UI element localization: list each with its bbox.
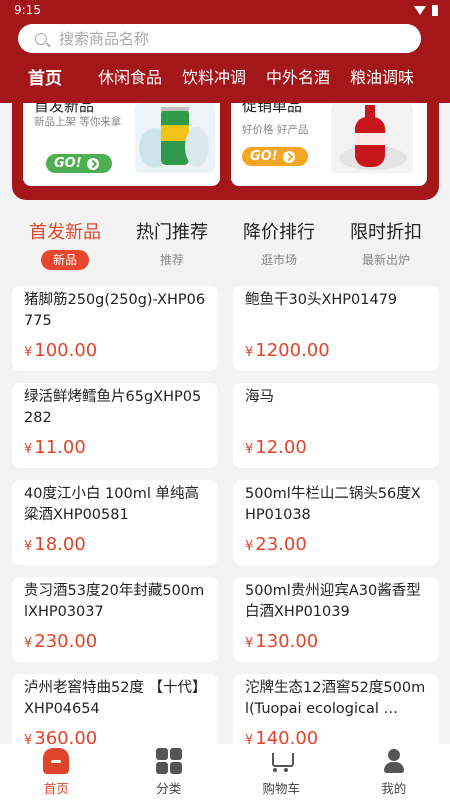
product-price: ¥130.00 xyxy=(245,631,428,652)
bottom-tab-bar: 首页 分类 购物车 我的 xyxy=(0,744,450,800)
tabbar-item-profile[interactable]: 我的 xyxy=(338,744,450,800)
go-label: GO! xyxy=(250,149,278,164)
go-label: GO! xyxy=(54,156,82,171)
wifi-icon xyxy=(414,5,426,15)
product-name: 500ml贵州迎宾A30酱香型白酒XHP01039 xyxy=(245,583,421,620)
promo-title: 促销单品 xyxy=(242,103,303,115)
category-subtitle: 新品 xyxy=(40,250,89,270)
product-price: ¥18.00 xyxy=(24,534,207,555)
currency-symbol: ¥ xyxy=(24,442,33,457)
status-bar: 9:15 xyxy=(0,0,450,20)
currency-symbol: ¥ xyxy=(245,539,254,554)
tabbar-label: 首页 xyxy=(43,781,69,796)
price-value: 12.00 xyxy=(255,437,307,458)
user-icon xyxy=(381,748,407,774)
product-price: ¥11.00 xyxy=(24,437,207,458)
tabbar-item-cart[interactable]: 购物车 xyxy=(225,744,338,800)
tabbar-label: 我的 xyxy=(381,781,407,796)
category-subtitle: 最新出炉 xyxy=(361,253,410,267)
arrow-right-icon xyxy=(282,150,295,163)
product-card[interactable]: 鲍鱼干30头XHP01479 ¥1200.00 xyxy=(233,286,439,371)
product-name: 鲍鱼干30头XHP01479 xyxy=(245,292,398,308)
category-subtitle: 推荐 xyxy=(159,253,184,267)
category-title: 首发新品 xyxy=(29,222,101,243)
tabbar-label: 分类 xyxy=(156,781,182,796)
promo-card-new[interactable]: 首发新品 新品上架 等你来拿 GO! xyxy=(23,103,220,186)
product-card[interactable]: 贵习酒53度20年封藏500mlXHP03037 ¥230.00 xyxy=(12,577,218,662)
price-value: 100.00 xyxy=(34,340,98,361)
nav-tab-snacks[interactable]: 休闲食品 xyxy=(88,64,172,88)
category-tab-price-drop[interactable]: 降价排行 逛市场 xyxy=(223,218,335,270)
nav-tab-grain-oil[interactable]: 粮油调味 xyxy=(340,64,424,88)
header: 9:15 首页 休闲食品 饮料冲调 中外名酒 粮油调味 xyxy=(0,0,450,103)
promo-card-sale[interactable]: 促销单品 好价格 好产品 GO! xyxy=(231,103,427,186)
status-time: 9:15 xyxy=(14,3,41,17)
product-card[interactable]: 海马 ¥12.00 xyxy=(233,383,439,468)
category-tabs: 首发新品 新品 热门推荐 推荐 降价排行 逛市场 限时折扣 最新出炉 xyxy=(0,218,450,274)
price-value: 23.00 xyxy=(255,534,307,555)
product-image-can xyxy=(135,103,215,173)
promo-subtitle: 好价格 好产品 xyxy=(242,124,309,136)
product-card[interactable]: 500ml牛栏山二锅头56度XHP01038 ¥23.00 xyxy=(233,480,439,565)
product-price: ¥1200.00 xyxy=(245,340,428,361)
currency-symbol: ¥ xyxy=(24,539,33,554)
product-name: 海马 xyxy=(245,389,274,405)
product-card[interactable]: 500ml贵州迎宾A30酱香型白酒XHP01039 ¥130.00 xyxy=(233,577,439,662)
top-nav: 首页 休闲食品 饮料冲调 中外名酒 粮油调味 xyxy=(0,58,450,94)
currency-symbol: ¥ xyxy=(245,345,254,360)
product-name: 泸州老窖特曲52度 【十代】XHP04654 xyxy=(24,680,207,717)
currency-symbol: ¥ xyxy=(245,442,254,457)
category-tab-hot[interactable]: 热门推荐 推荐 xyxy=(116,218,228,270)
search-icon xyxy=(35,32,47,45)
status-icons xyxy=(414,4,438,16)
product-price: ¥230.00 xyxy=(24,631,207,652)
price-value: 1200.00 xyxy=(255,340,330,361)
category-tab-flash-sale[interactable]: 限时折扣 最新出炉 xyxy=(330,218,442,270)
go-button[interactable]: GO! xyxy=(46,154,112,173)
product-name: 猪脚筋250g(250g)-XHP06775 xyxy=(24,292,206,329)
battery-icon xyxy=(432,4,438,16)
price-value: 230.00 xyxy=(34,631,98,652)
category-tab-new[interactable]: 首发新品 新品 xyxy=(9,218,121,270)
nav-tab-drinks[interactable]: 饮料冲调 xyxy=(172,64,256,88)
tabbar-item-category[interactable]: 分类 xyxy=(113,744,226,800)
product-name: 绿活鲜烤鳕鱼片65gXHP05282 xyxy=(24,389,202,426)
home-icon xyxy=(43,748,70,774)
category-title: 降价排行 xyxy=(243,222,315,243)
tabbar-label: 购物车 xyxy=(262,781,300,796)
promo-subtitle: 新品上架 等你来拿 xyxy=(34,116,122,128)
currency-symbol: ¥ xyxy=(245,636,254,651)
product-image-bottle xyxy=(331,103,413,173)
product-name: 贵习酒53度20年封藏500mlXHP03037 xyxy=(24,583,205,620)
price-value: 130.00 xyxy=(255,631,319,652)
category-subtitle: 逛市场 xyxy=(260,253,297,267)
product-card[interactable]: 绿活鲜烤鳕鱼片65gXHP05282 ¥11.00 xyxy=(12,383,218,468)
search-bar[interactable] xyxy=(18,24,421,53)
go-button[interactable]: GO! xyxy=(242,147,308,166)
product-card[interactable]: 猪脚筋250g(250g)-XHP06775 ¥100.00 xyxy=(12,286,218,371)
currency-symbol: ¥ xyxy=(24,345,33,360)
promo-banner: 首发新品 新品上架 等你来拿 GO! 促销单品 好价格 好产品 GO! xyxy=(12,103,439,200)
arrow-right-icon xyxy=(86,157,99,170)
product-name: 500ml牛栏山二锅头56度XHP01038 xyxy=(245,486,421,523)
price-value: 18.00 xyxy=(34,534,86,555)
grid-icon xyxy=(155,748,182,774)
search-input[interactable] xyxy=(59,29,399,48)
price-value: 11.00 xyxy=(34,437,86,458)
category-title: 热门推荐 xyxy=(136,222,208,243)
product-price: ¥100.00 xyxy=(24,340,207,361)
tabbar-item-home[interactable]: 首页 xyxy=(0,744,113,800)
nav-tab-liquor[interactable]: 中外名酒 xyxy=(256,64,340,88)
nav-tab-home[interactable]: 首页 xyxy=(0,64,88,89)
cart-icon xyxy=(268,748,295,774)
product-name: 40度江小白 100ml 单纯高粱酒XHP00581 xyxy=(24,486,199,523)
product-price: ¥12.00 xyxy=(245,437,428,458)
product-name: 沱牌生态12酒窖52度500ml(Tuopai ecological … xyxy=(245,680,426,717)
category-title: 限时折扣 xyxy=(350,222,422,243)
currency-symbol: ¥ xyxy=(24,636,33,651)
product-card[interactable]: 40度江小白 100ml 单纯高粱酒XHP00581 ¥18.00 xyxy=(12,480,218,565)
product-price: ¥23.00 xyxy=(245,534,428,555)
